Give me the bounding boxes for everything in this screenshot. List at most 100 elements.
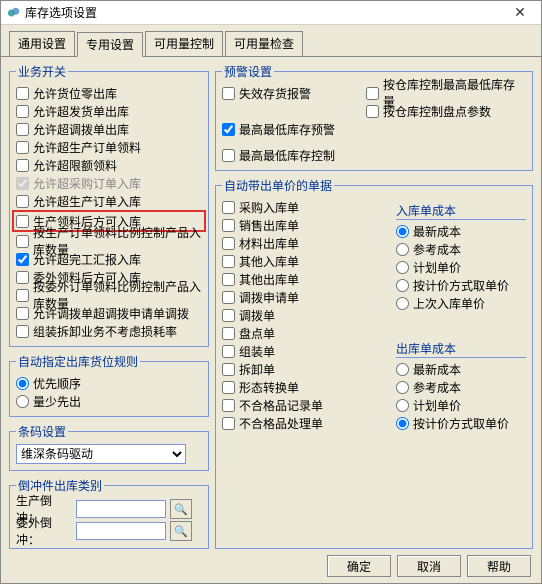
offset-input-1[interactable]	[76, 522, 166, 540]
group-offset: 倒冲件出库类别 生产倒冲：🔍委外倒冲：🔍	[9, 477, 209, 549]
incost-4[interactable]: 上次入库单价	[396, 294, 526, 312]
incost-3-input[interactable]	[396, 279, 409, 292]
incost-0[interactable]: 最新成本	[396, 222, 526, 240]
doc-0[interactable]: 采购入库单	[222, 198, 390, 216]
incost-1[interactable]: 参考成本	[396, 240, 526, 258]
doc-6-checkbox[interactable]	[222, 309, 235, 322]
tab-available-ctrl[interactable]: 可用量控制	[145, 31, 223, 56]
biz-switch-label-5: 允许超采购订单入库	[33, 175, 141, 192]
biz-switch-8[interactable]: 按生产订单领料比例控制产品入库数量	[16, 232, 202, 250]
biz-switch-checkbox-0[interactable]	[16, 87, 29, 100]
offset-search-1[interactable]: 🔍	[170, 521, 192, 541]
incost-2-input[interactable]	[396, 261, 409, 274]
doc-4[interactable]: 其他出库单	[222, 270, 390, 288]
autoloc-label-1: 量少先出	[33, 393, 81, 410]
doc-6[interactable]: 调拨单	[222, 306, 390, 324]
help-button[interactable]: 帮助	[467, 555, 531, 577]
doc-10-checkbox[interactable]	[222, 381, 235, 394]
biz-switch-checkbox-4[interactable]	[16, 159, 29, 172]
doc-1-checkbox[interactable]	[222, 219, 235, 232]
doc-3-checkbox[interactable]	[222, 255, 235, 268]
autoloc-radio-input-1[interactable]	[16, 395, 29, 408]
warn-left-0-checkbox[interactable]	[222, 87, 235, 100]
incost-4-input[interactable]	[396, 297, 409, 310]
offset-search-0[interactable]: 🔍	[170, 499, 192, 519]
autoloc-radio-input-0[interactable]	[16, 377, 29, 390]
biz-switch-0[interactable]: 允许货位零出库	[16, 84, 202, 102]
doc-2-checkbox[interactable]	[222, 237, 235, 250]
biz-switch-checkbox-3[interactable]	[16, 141, 29, 154]
outcost-1[interactable]: 参考成本	[396, 378, 526, 396]
doc-9-checkbox[interactable]	[222, 363, 235, 376]
doc-4-label: 其他出库单	[239, 271, 299, 288]
doc-5[interactable]: 调拨申请单	[222, 288, 390, 306]
incost-2[interactable]: 计划单价	[396, 258, 526, 276]
tab-general[interactable]: 通用设置	[9, 31, 75, 56]
doc-11-checkbox[interactable]	[222, 399, 235, 412]
outcost-2-input[interactable]	[396, 399, 409, 412]
incost-0-label: 最新成本	[413, 223, 461, 240]
incost-0-input[interactable]	[396, 225, 409, 238]
biz-switch-checkbox-10[interactable]	[16, 271, 29, 284]
warn-right-0-checkbox[interactable]	[366, 87, 379, 100]
warn-left-0[interactable]: 失效存货报警	[222, 84, 360, 102]
incost-1-input[interactable]	[396, 243, 409, 256]
biz-switch-13[interactable]: 组装拆卸业务不考虑损耗率	[16, 322, 202, 340]
doc-8-checkbox[interactable]	[222, 345, 235, 358]
doc-9[interactable]: 拆卸单	[222, 360, 390, 378]
doc-4-checkbox[interactable]	[222, 273, 235, 286]
outcost-2[interactable]: 计划单价	[396, 396, 526, 414]
doc-1[interactable]: 销售出库单	[222, 216, 390, 234]
doc-7[interactable]: 盘点单	[222, 324, 390, 342]
warn-left-2-checkbox[interactable]	[222, 149, 235, 162]
autoloc-radio-0[interactable]: 优先顺序	[16, 374, 202, 392]
biz-switch-12[interactable]: 允许调拨单超调拨申请单调拨	[16, 304, 202, 322]
outcost-0[interactable]: 最新成本	[396, 360, 526, 378]
biz-switch-checkbox-1[interactable]	[16, 105, 29, 118]
biz-switch-checkbox-6[interactable]	[16, 195, 29, 208]
biz-switch-checkbox-9[interactable]	[16, 253, 29, 266]
biz-switch-checkbox-12[interactable]	[16, 307, 29, 320]
doc-5-checkbox[interactable]	[222, 291, 235, 304]
tab-special[interactable]: 专用设置	[77, 32, 143, 57]
biz-switch-4[interactable]: 允许超限额领料	[16, 156, 202, 174]
offset-input-0[interactable]	[76, 500, 166, 518]
outcost-0-input[interactable]	[396, 363, 409, 376]
doc-12-checkbox[interactable]	[222, 417, 235, 430]
warn-right-1-checkbox[interactable]	[366, 105, 379, 118]
warn-left-2-label: 最高最低库存控制	[239, 147, 335, 164]
biz-switch-1[interactable]: 允许超发货单出库	[16, 102, 202, 120]
outcost-3-input[interactable]	[396, 417, 409, 430]
doc-1-label: 销售出库单	[239, 217, 299, 234]
warn-left-1[interactable]: 最高最低库存预警	[222, 120, 360, 138]
doc-7-checkbox[interactable]	[222, 327, 235, 340]
biz-switch-checkbox-2[interactable]	[16, 123, 29, 136]
ok-button[interactable]: 确定	[327, 555, 391, 577]
close-icon[interactable]: ✕	[505, 4, 535, 21]
warn-left-1-checkbox[interactable]	[222, 123, 235, 136]
autoloc-radio-1[interactable]: 量少先出	[16, 392, 202, 410]
doc-12[interactable]: 不合格品处理单	[222, 414, 390, 432]
doc-11[interactable]: 不合格品记录单	[222, 396, 390, 414]
incost-3[interactable]: 按计价方式取单价	[396, 276, 526, 294]
biz-switch-checkbox-13[interactable]	[16, 325, 29, 338]
doc-3[interactable]: 其他入库单	[222, 252, 390, 270]
barcode-select[interactable]: 维深条码驱动	[16, 444, 186, 464]
outcost-3[interactable]: 按计价方式取单价	[396, 414, 526, 432]
doc-2[interactable]: 材料出库单	[222, 234, 390, 252]
warn-left-2[interactable]: 最高最低库存控制	[222, 146, 360, 164]
doc-8[interactable]: 组装单	[222, 342, 390, 360]
outcost-1-input[interactable]	[396, 381, 409, 394]
biz-switch-6[interactable]: 允许超生产订单入库	[16, 192, 202, 210]
cancel-button[interactable]: 取消	[397, 555, 461, 577]
biz-switch-checkbox-8[interactable]	[16, 235, 29, 248]
biz-switch-checkbox-11[interactable]	[16, 289, 29, 302]
doc-10[interactable]: 形态转换单	[222, 378, 390, 396]
biz-switch-3[interactable]: 允许超生产订单领料	[16, 138, 202, 156]
biz-switch-11[interactable]: 按委外订单领料比例控制产品入库数量	[16, 286, 202, 304]
doc-0-checkbox[interactable]	[222, 201, 235, 214]
warn-right-0[interactable]: 按仓库控制最高最低库存量	[366, 84, 526, 102]
biz-switch-checkbox-7[interactable]	[16, 215, 29, 228]
biz-switch-2[interactable]: 允许超调拨单出库	[16, 120, 202, 138]
tab-available-check[interactable]: 可用量检查	[225, 31, 303, 56]
